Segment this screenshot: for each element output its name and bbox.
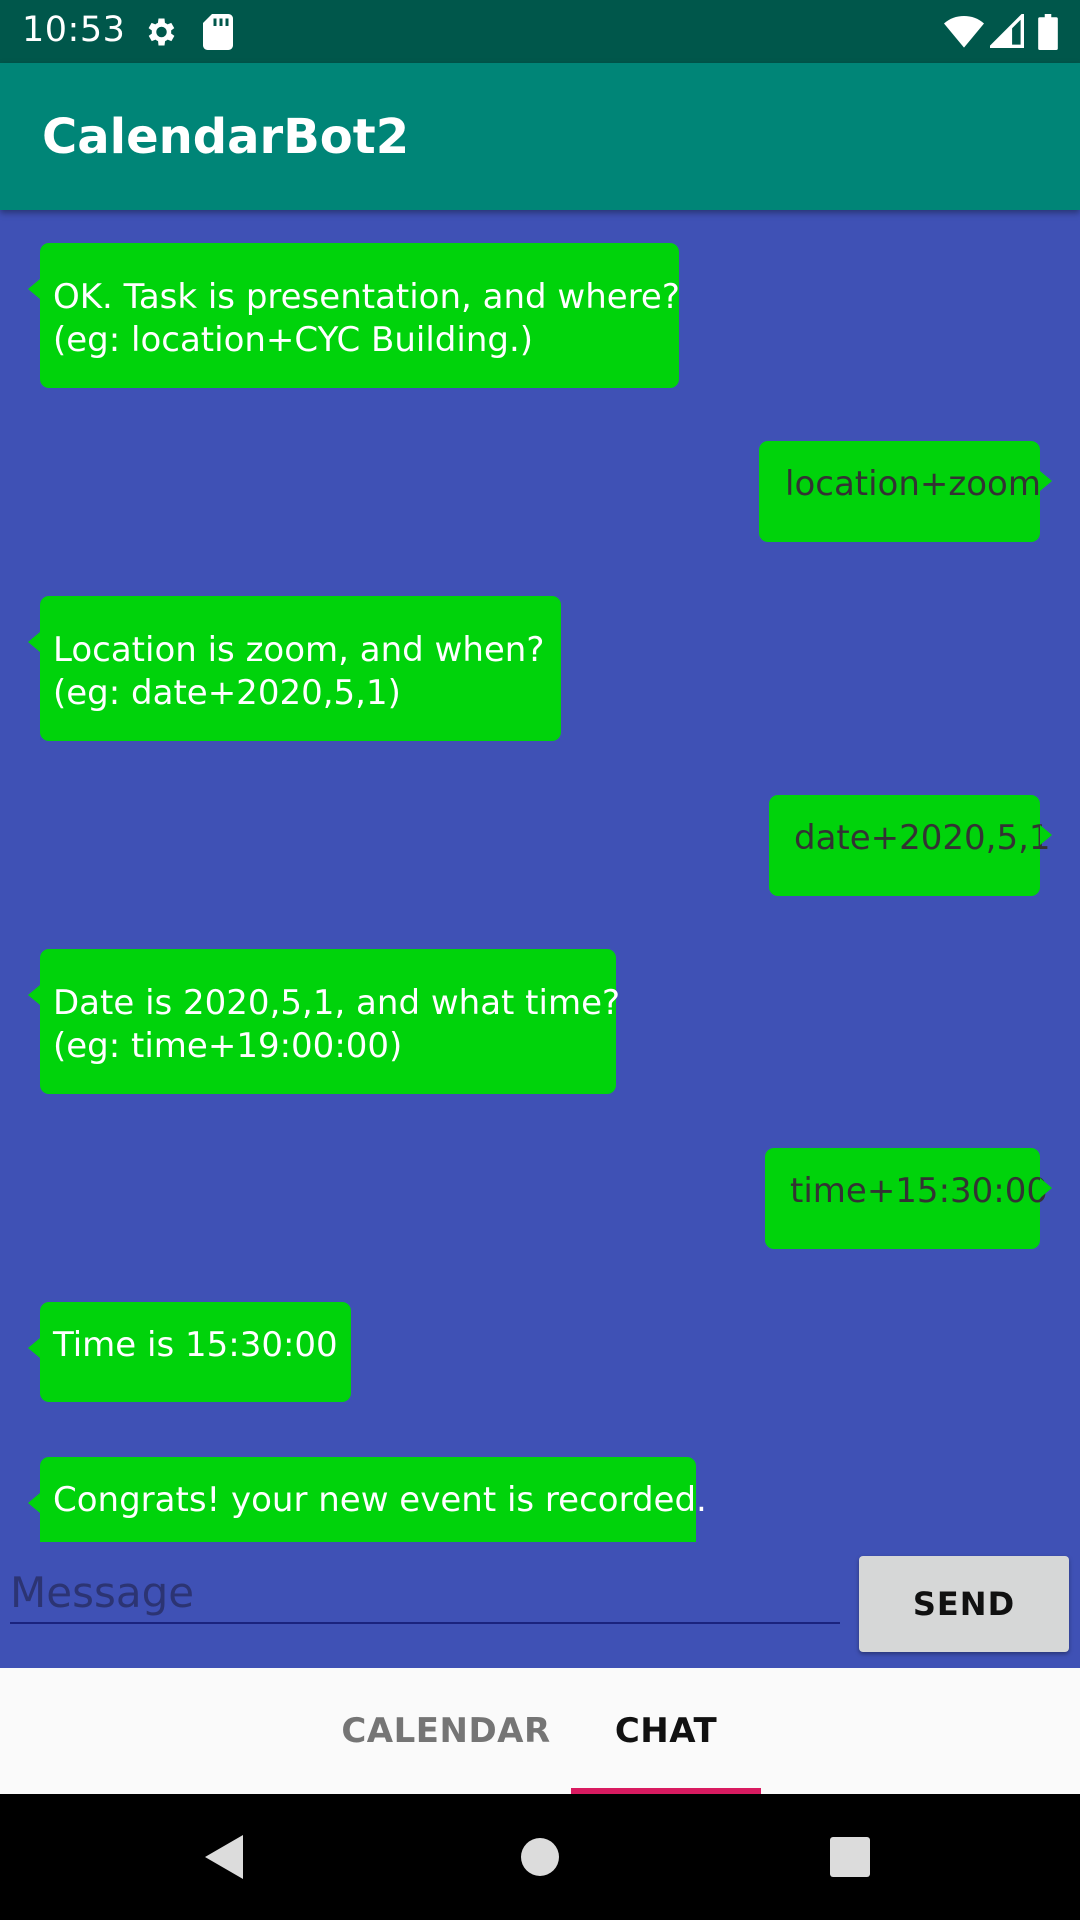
bot-message: Time is 15:30:00 bbox=[28, 1302, 351, 1402]
app-bar: CalendarBot2 bbox=[0, 63, 1080, 210]
bot-message: OK. Task is presentation, and where? (eg… bbox=[28, 243, 680, 388]
user-message: date+2020,5,1 bbox=[769, 795, 1052, 896]
bot-message: Date is 2020,5,1, and what time? (eg: ti… bbox=[28, 949, 620, 1094]
recents-icon[interactable] bbox=[805, 1794, 895, 1920]
navigation-bar bbox=[0, 1794, 1080, 1920]
tab-chat[interactable]: CHAT bbox=[571, 1668, 761, 1794]
chat-list[interactable]: OK. Task is presentation, and where? (eg… bbox=[0, 210, 1080, 1542]
user-message: time+15:30:00 bbox=[765, 1148, 1052, 1249]
battery-icon bbox=[1038, 14, 1058, 54]
user-message: location+zoom bbox=[759, 441, 1052, 542]
send-button[interactable]: SEND bbox=[859, 1556, 1069, 1652]
home-icon[interactable] bbox=[495, 1794, 585, 1920]
status-bar: 10:53 bbox=[0, 0, 1080, 63]
status-time: 10:53 bbox=[22, 10, 126, 50]
tab-calendar[interactable]: CALENDAR bbox=[341, 1668, 550, 1794]
bot-message: Congrats! your new event is recorded. bbox=[28, 1457, 707, 1542]
app-title: CalendarBot2 bbox=[42, 109, 410, 165]
sd-card-icon bbox=[203, 14, 233, 54]
tab-bar: CALENDAR CHAT bbox=[0, 1668, 1080, 1794]
bot-message: Location is zoom, and when? (eg: date+20… bbox=[28, 596, 561, 741]
wifi-icon bbox=[944, 14, 984, 52]
gear-icon bbox=[142, 14, 178, 54]
back-icon[interactable] bbox=[180, 1794, 270, 1920]
signal-icon bbox=[987, 11, 1024, 52]
message-input[interactable] bbox=[10, 1562, 840, 1624]
message-composer: SEND bbox=[0, 1542, 1080, 1668]
